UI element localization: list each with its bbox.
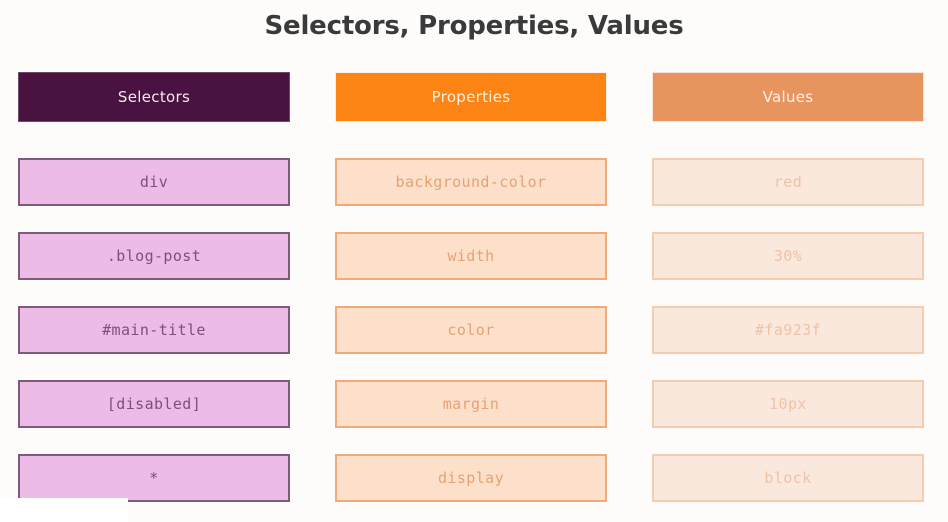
cell-property: display [335,454,607,502]
page-title: Selectors, Properties, Values [264,11,684,41]
table-row: div background-color red [18,158,930,206]
column-header-selectors: Selectors [18,72,290,122]
cell-value: #fa923f [652,306,924,354]
table-row: * display block [18,454,930,502]
cell-property: margin [335,380,607,428]
table-row: [disabled] margin 10px [18,380,930,428]
table-row: .blog-post width 30% [18,232,930,280]
cell-selector: #main-title [18,306,290,354]
cell-property: color [335,306,607,354]
column-header-values: Values [652,72,924,122]
table-header-row: Selectors Properties Values [18,72,930,122]
blank-overlay-patch [0,498,128,522]
cell-property: background-color [335,158,607,206]
cell-value: 30% [652,232,924,280]
table-body: div background-color red .blog-post widt… [18,158,930,502]
cell-value: block [652,454,924,502]
column-header-properties: Properties [335,72,607,122]
cell-selector: * [18,454,290,502]
cell-selector: [disabled] [18,380,290,428]
selectors-properties-values-table: Selectors Properties Values div backgrou… [18,72,930,502]
cell-property: width [335,232,607,280]
cell-selector: div [18,158,290,206]
cell-value: 10px [652,380,924,428]
cell-value: red [652,158,924,206]
table-row: #main-title color #fa923f [18,306,930,354]
cell-selector: .blog-post [18,232,290,280]
